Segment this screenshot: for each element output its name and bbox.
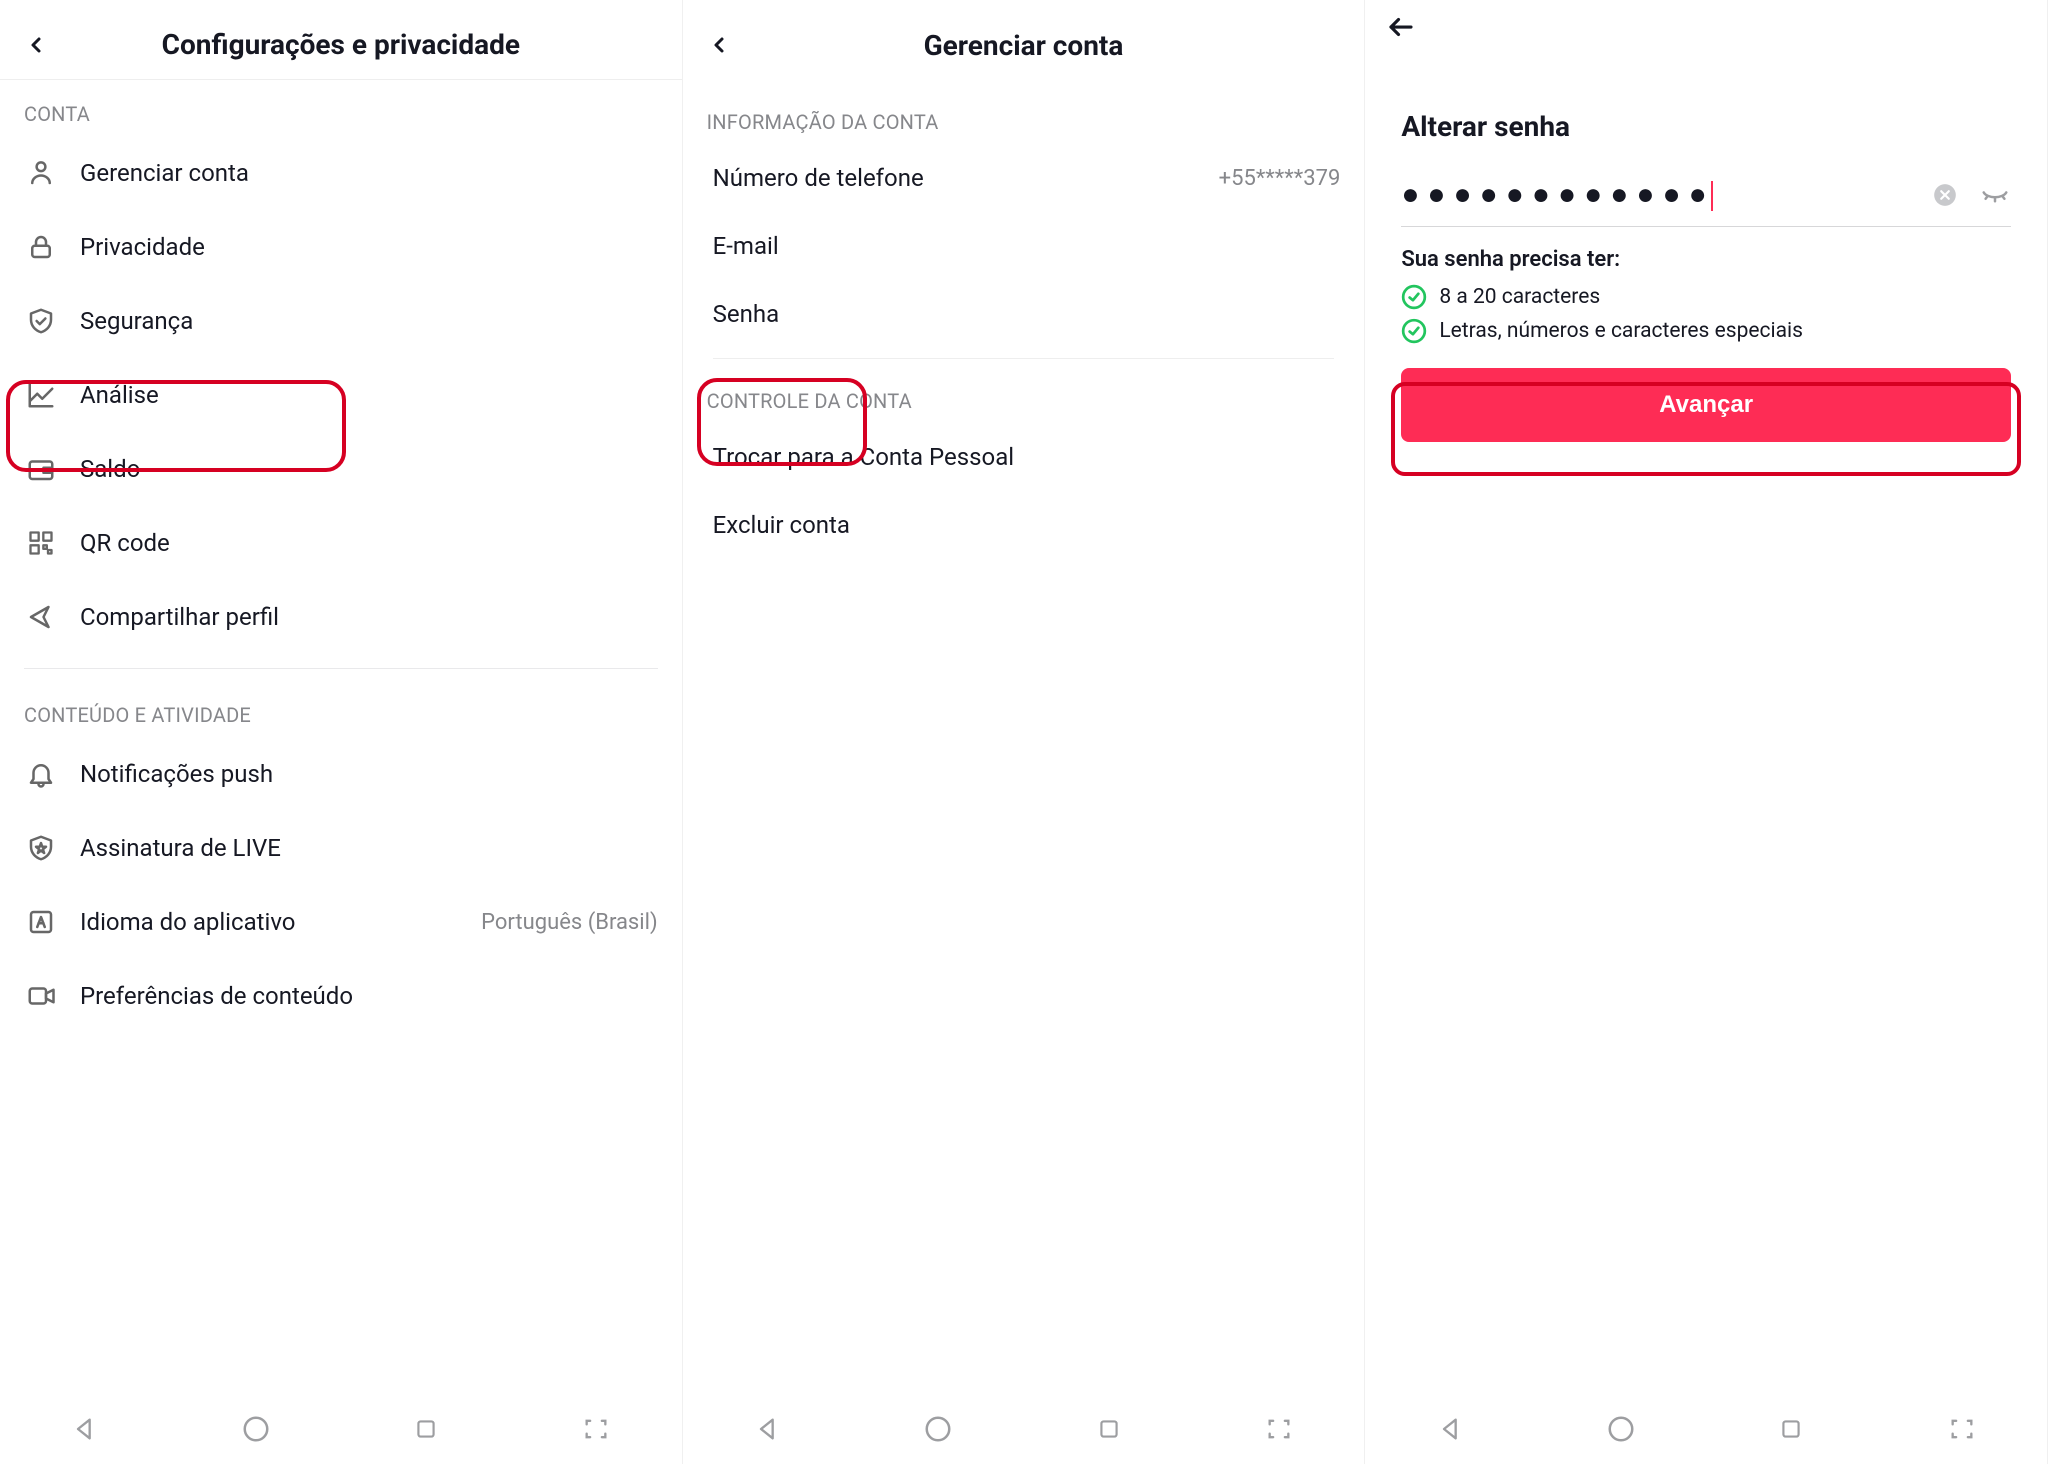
section-label-control: CONTROLE DA CONTA (683, 359, 1365, 423)
shield-icon (24, 304, 58, 338)
item-switch-personal[interactable]: Trocar para a Conta Pessoal (683, 423, 1365, 491)
item-label: Gerenciar conta (80, 159, 658, 187)
item-label: Privacidade (80, 233, 658, 261)
item-label: Saldo (80, 455, 658, 483)
check-icon (1401, 318, 1427, 344)
item-label: Preferências de conteúdo (80, 982, 658, 1010)
nav-back-button[interactable] (1429, 1407, 1473, 1451)
back-button[interactable] (701, 27, 737, 63)
arrow-left-icon (1386, 12, 1416, 42)
submit-button[interactable]: Avançar (1401, 368, 2011, 442)
chevron-left-icon (707, 33, 731, 57)
item-live-subscription[interactable]: Assinatura de LIVE (0, 811, 682, 885)
android-navbar (683, 1394, 1365, 1464)
section-label-content: CONTEÚDO E ATIVIDADE (0, 683, 682, 737)
settings-panel: Configurações e privacidade CONTA Gerenc… (0, 0, 683, 1464)
item-delete-account[interactable]: Excluir conta (683, 491, 1365, 559)
topbar: Gerenciar conta (683, 10, 1365, 80)
analytics-icon (24, 378, 58, 412)
share-icon (24, 600, 58, 634)
item-qrcode[interactable]: QR code (0, 506, 682, 580)
language-icon (24, 905, 58, 939)
text-cursor (1711, 181, 1713, 211)
topbar (1365, 10, 2047, 80)
item-label: Notificações push (80, 760, 658, 788)
eye-closed-icon (1980, 180, 2010, 210)
clear-input-button[interactable] (1929, 179, 1961, 211)
item-analytics[interactable]: Análise (0, 358, 682, 432)
page-title: Configurações e privacidade (162, 28, 520, 61)
item-label: Assinatura de LIVE (80, 834, 658, 862)
topbar: Configurações e privacidade (0, 10, 682, 80)
nav-home-button[interactable] (234, 1407, 278, 1451)
nav-recent-button[interactable] (1087, 1407, 1131, 1451)
qrcode-icon (24, 526, 58, 560)
page-title: Alterar senha (1401, 110, 2011, 143)
bell-icon (24, 757, 58, 791)
requirements-title: Sua senha precisa ter: (1401, 247, 2011, 272)
item-label: Segurança (80, 307, 658, 335)
nav-screenshot-button[interactable] (1257, 1407, 1301, 1451)
chevron-left-icon (24, 33, 48, 57)
item-label: Trocar para a Conta Pessoal (713, 443, 1341, 471)
item-push-notifications[interactable]: Notificações push (0, 737, 682, 811)
manage-account-panel: Gerenciar conta INFORMAÇÃO DA CONTA Núme… (683, 0, 1366, 1464)
item-label: Análise (80, 381, 658, 409)
wallet-icon (24, 452, 58, 486)
requirement-text: 8 a 20 caracteres (1439, 285, 1600, 309)
item-content-preferences[interactable]: Preferências de conteúdo (0, 959, 682, 1033)
live-badge-icon (24, 831, 58, 865)
nav-screenshot-button[interactable] (1940, 1407, 1984, 1451)
close-circle-icon (1932, 182, 1958, 208)
divider (24, 668, 658, 669)
android-navbar (1365, 1394, 2047, 1464)
person-icon (24, 156, 58, 190)
requirement-row: Letras, números e caracteres especiais (1401, 318, 2011, 344)
check-icon (1401, 284, 1427, 310)
item-label: QR code (80, 529, 658, 557)
submit-label: Avançar (1659, 391, 1753, 419)
item-label: E-mail (713, 232, 1341, 260)
back-button[interactable] (1383, 9, 1419, 45)
back-button[interactable] (18, 27, 54, 63)
password-value: ●●●●●●●●●●●● (1401, 177, 1714, 212)
item-label: Senha (713, 300, 1341, 328)
requirement-text: Letras, números e caracteres especiais (1439, 319, 1803, 343)
nav-recent-button[interactable] (1769, 1407, 1813, 1451)
nav-recent-button[interactable] (404, 1407, 448, 1451)
item-phone[interactable]: Número de telefone +55*****379 (683, 144, 1365, 212)
nav-screenshot-button[interactable] (574, 1407, 618, 1451)
video-icon (24, 979, 58, 1013)
android-navbar (0, 1394, 682, 1464)
nav-home-button[interactable] (1599, 1407, 1643, 1451)
item-value: Português (Brasil) (481, 910, 658, 935)
nav-back-button[interactable] (746, 1407, 790, 1451)
lock-icon (24, 230, 58, 264)
page-title: Gerenciar conta (924, 29, 1124, 62)
item-share-profile[interactable]: Compartilhar perfil (0, 580, 682, 654)
item-password[interactable]: Senha (683, 280, 1365, 348)
nav-home-button[interactable] (916, 1407, 960, 1451)
item-label: Número de telefone (713, 164, 1197, 192)
item-label: Compartilhar perfil (80, 603, 658, 631)
item-label: Excluir conta (713, 511, 1341, 539)
section-label-account: CONTA (0, 82, 682, 136)
password-field[interactable]: ●●●●●●●●●●●● (1401, 177, 2011, 227)
requirement-row: 8 a 20 caracteres (1401, 284, 2011, 310)
item-label: Idioma do aplicativo (80, 908, 459, 936)
item-privacy[interactable]: Privacidade (0, 210, 682, 284)
nav-back-button[interactable] (63, 1407, 107, 1451)
item-manage-account[interactable]: Gerenciar conta (0, 136, 682, 210)
item-security[interactable]: Segurança (0, 284, 682, 358)
section-label-info: INFORMAÇÃO DA CONTA (683, 90, 1365, 144)
toggle-visibility-button[interactable] (1979, 179, 2011, 211)
item-value: +55*****379 (1219, 166, 1341, 191)
item-email[interactable]: E-mail (683, 212, 1365, 280)
password-input[interactable]: ●●●●●●●●●●●● (1401, 177, 1929, 212)
item-wallet[interactable]: Saldo (0, 432, 682, 506)
item-app-language[interactable]: Idioma do aplicativo Português (Brasil) (0, 885, 682, 959)
change-password-panel: Alterar senha ●●●●●●●●●●●● Sua senha pre… (1365, 0, 2048, 1464)
